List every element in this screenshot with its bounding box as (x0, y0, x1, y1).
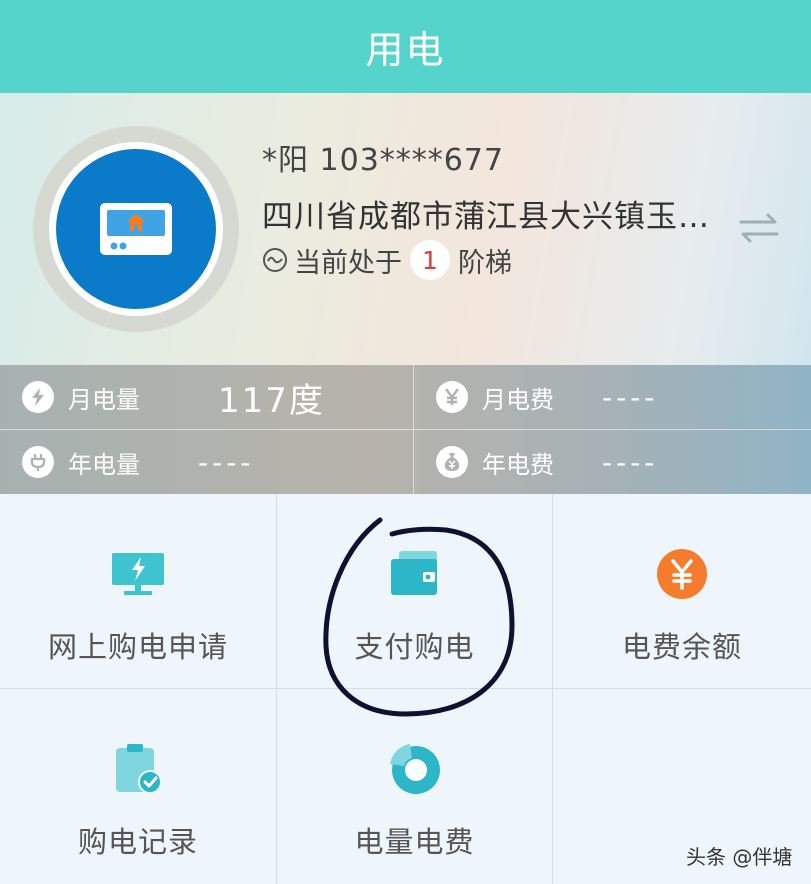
menu-item-pay-purchase[interactable]: 支付购电 (277, 494, 553, 689)
yearly-fee-label: 年电费 (482, 450, 554, 479)
clipboard-check-icon (116, 744, 162, 794)
yearly-usage-value: ---- (198, 445, 255, 479)
yearly-fee-value: ---- (602, 445, 659, 479)
lightning-icon (22, 381, 54, 413)
menu-label: 电费余额 (621, 630, 742, 664)
top-bar: 用电 (0, 0, 811, 93)
account-card[interactable]: *阳 103****677 四川省成都市蒲江县大兴镇玉… 当前处于 1 阶梯 (0, 93, 811, 365)
tier-indicator: 当前处于 1 阶梯 (262, 240, 512, 280)
menu-item-usage-fee[interactable]: 电量电费 (277, 689, 553, 884)
monthly-fee-stat: 月电费 ---- (436, 365, 658, 429)
menu-label: 电量电费 (354, 825, 475, 859)
menu-item-online-purchase[interactable]: 网上购电申请 (0, 494, 277, 689)
account-user: *阳 103****677 (262, 143, 505, 178)
menu-label: 购电记录 (77, 825, 198, 859)
tier-suffix: 阶梯 (458, 247, 512, 279)
yearly-usage-stat: 年电量 ---- (22, 430, 254, 494)
menu-label: 网上购电申请 (47, 630, 228, 664)
monthly-usage-value: 117度 (218, 380, 325, 421)
electric-meter-icon (100, 203, 172, 255)
wallet-icon (390, 551, 437, 595)
watermark: 头条 @伴塘 (686, 845, 793, 869)
menu-item-purchase-record[interactable]: 购电记录 (0, 689, 277, 884)
yen-coin-icon (657, 549, 707, 599)
wave-circle-icon (263, 248, 287, 272)
menu-label: 支付购电 (354, 630, 475, 664)
yen-icon (436, 381, 468, 413)
monthly-usage-label: 月电量 (68, 385, 140, 414)
yearly-usage-label: 年电量 (68, 450, 140, 479)
money-bag-icon (436, 446, 468, 478)
plug-icon (22, 446, 54, 478)
account-address: 四川省成都市蒲江县大兴镇玉… (262, 199, 710, 235)
usage-stats: 月电量 117度 月电费 ---- 年电量 ---- 年电费 ---- (0, 365, 811, 494)
monitor-lightning-icon (112, 553, 164, 595)
monthly-fee-label: 月电费 (482, 385, 554, 414)
monthly-fee-value: ---- (602, 380, 659, 414)
yearly-fee-stat: 年电费 ---- (436, 430, 658, 494)
swap-account-icon[interactable] (737, 211, 781, 245)
pie-chart-icon (389, 744, 440, 794)
avatar (33, 126, 239, 332)
page-title: 用电 (365, 28, 446, 72)
tier-badge: 1 (410, 240, 450, 280)
menu-item-balance[interactable]: 电费余额 (553, 494, 811, 689)
service-menu: 网上购电申请 支付购电 电费余额 购电记录 电量电费 (0, 494, 811, 884)
tier-prefix: 当前处于 (294, 247, 402, 279)
monthly-usage-stat: 月电量 117度 (22, 365, 325, 429)
